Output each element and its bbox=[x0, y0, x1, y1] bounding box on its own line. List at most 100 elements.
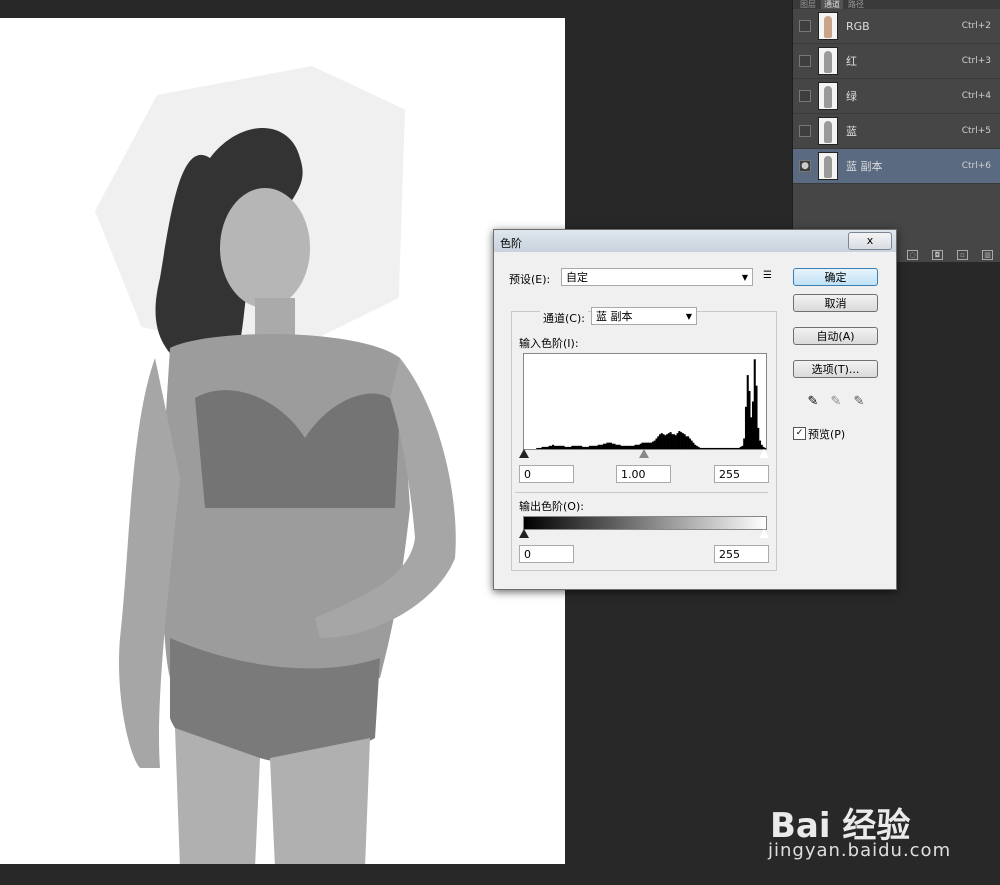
input-black-field[interactable]: 0 bbox=[519, 465, 574, 483]
channel-thumbnail bbox=[818, 12, 838, 40]
histogram-bar bbox=[552, 444, 555, 449]
tab-layers[interactable]: 图层 bbox=[797, 0, 819, 9]
channel-value: 蓝 副本 bbox=[596, 310, 633, 323]
histogram-plot bbox=[536, 359, 766, 449]
preset-select[interactable]: 自定 ▼ bbox=[561, 268, 753, 286]
close-button[interactable]: x bbox=[848, 232, 892, 250]
histogram-bar bbox=[716, 447, 719, 449]
dialog-title: 色阶 bbox=[500, 237, 522, 250]
histogram-bar bbox=[695, 445, 698, 449]
channel-name: 蓝 bbox=[846, 125, 857, 138]
histogram-bar bbox=[750, 417, 753, 449]
histogram-bar bbox=[602, 443, 605, 449]
visibility-toggle[interactable] bbox=[799, 125, 811, 137]
output-white-field[interactable]: 255 bbox=[714, 545, 769, 563]
new-channel-icon[interactable]: ▫ bbox=[957, 250, 968, 260]
output-levels-label: 输出色阶(O): bbox=[519, 500, 584, 513]
load-selection-icon[interactable]: ◌ bbox=[907, 250, 918, 260]
histogram-bar bbox=[576, 445, 579, 449]
histogram-bar bbox=[744, 406, 748, 449]
histogram-bar bbox=[597, 444, 600, 449]
auto-button[interactable]: 自动(A) bbox=[793, 327, 878, 345]
channel-shortcut: Ctrl+3 bbox=[961, 56, 991, 66]
visibility-toggle[interactable] bbox=[799, 90, 811, 102]
histogram-bar bbox=[550, 445, 553, 449]
histogram-bar bbox=[585, 446, 588, 449]
histogram-bar bbox=[555, 445, 558, 449]
histogram-bar bbox=[573, 445, 576, 449]
visibility-toggle[interactable] bbox=[799, 20, 811, 32]
channel-row-rgb[interactable]: RGB Ctrl+2 bbox=[793, 9, 1000, 44]
visibility-toggle[interactable] bbox=[799, 55, 811, 67]
channel-row-blue-copy[interactable]: ● 蓝 副本 Ctrl+6 bbox=[793, 149, 1000, 184]
histogram-bar bbox=[674, 435, 677, 449]
histogram-bar bbox=[611, 443, 614, 449]
output-black-slider[interactable] bbox=[519, 529, 529, 538]
channel-thumbnail bbox=[818, 47, 838, 75]
input-black-slider[interactable] bbox=[519, 449, 529, 458]
channel-shortcut: Ctrl+5 bbox=[961, 126, 991, 136]
histogram-bar bbox=[539, 447, 542, 449]
white-eyedropper-icon[interactable]: ✎ bbox=[852, 394, 866, 410]
histogram-bar bbox=[667, 433, 670, 449]
black-eyedropper-icon[interactable]: ✎ bbox=[806, 394, 820, 410]
histogram-bar bbox=[690, 440, 693, 449]
histogram-bar bbox=[702, 447, 705, 449]
histogram-bar bbox=[578, 445, 581, 449]
channels-panel: 图层 通道 路径 RGB Ctrl+2 红 Ctrl+3 绿 Ctrl+4 蓝 … bbox=[792, 0, 1000, 262]
document-canvas[interactable] bbox=[0, 18, 565, 864]
ok-button[interactable]: 确定 bbox=[793, 268, 878, 286]
preset-menu-icon[interactable]: ☰ bbox=[763, 270, 772, 281]
histogram-bar bbox=[701, 447, 704, 449]
divider bbox=[515, 492, 768, 493]
output-white-slider[interactable] bbox=[759, 529, 769, 538]
channel-select[interactable]: 蓝 副本 ▼ bbox=[591, 307, 697, 325]
histogram-bar bbox=[634, 444, 637, 449]
tab-channels[interactable]: 通道 bbox=[821, 0, 843, 9]
histogram-bar bbox=[743, 438, 746, 449]
histogram-bar bbox=[711, 447, 714, 449]
histogram-bar bbox=[595, 445, 598, 449]
channel-thumbnail bbox=[818, 152, 838, 180]
tab-paths[interactable]: 路径 bbox=[845, 0, 867, 9]
eye-icon[interactable]: ● bbox=[799, 160, 811, 172]
input-gamma-field[interactable]: 1.00 bbox=[616, 465, 671, 483]
save-selection-icon[interactable]: ◘ bbox=[932, 250, 943, 260]
histogram-bar bbox=[609, 442, 612, 449]
histogram-bar bbox=[666, 434, 669, 449]
histogram-bar bbox=[583, 446, 586, 449]
preview-checkbox[interactable]: ✓ bbox=[793, 427, 806, 440]
options-button[interactable]: 选项(T)... bbox=[793, 360, 878, 378]
histogram-bar bbox=[660, 433, 663, 449]
channel-thumbnail bbox=[818, 117, 838, 145]
histogram-bar bbox=[681, 433, 684, 449]
input-levels-label: 输入色阶(I): bbox=[519, 337, 579, 350]
input-white-field[interactable]: 255 bbox=[714, 465, 769, 483]
output-gradient bbox=[523, 516, 767, 530]
histogram-bar bbox=[588, 445, 591, 449]
cancel-button[interactable]: 取消 bbox=[793, 294, 878, 312]
histogram-bar bbox=[699, 447, 702, 449]
input-white-slider[interactable] bbox=[759, 449, 769, 458]
channel-name: RGB bbox=[846, 19, 870, 33]
histogram-bar bbox=[606, 442, 609, 449]
histogram-bar bbox=[536, 447, 539, 449]
histogram-bar bbox=[571, 445, 574, 449]
histogram-bar bbox=[557, 445, 560, 449]
dialog-titlebar[interactable]: 色阶 x bbox=[494, 230, 896, 252]
histogram-bar bbox=[720, 447, 723, 449]
channel-row-red[interactable]: 红 Ctrl+3 bbox=[793, 44, 1000, 79]
histogram-bar bbox=[697, 446, 700, 449]
histogram-bar bbox=[567, 446, 570, 449]
gray-eyedropper-icon[interactable]: ✎ bbox=[829, 394, 843, 410]
input-gamma-slider[interactable] bbox=[639, 449, 649, 458]
histogram-bar bbox=[753, 359, 756, 449]
histogram-bar bbox=[548, 445, 551, 449]
channel-row-blue[interactable]: 蓝 Ctrl+5 bbox=[793, 114, 1000, 149]
channel-row-green[interactable]: 绿 Ctrl+4 bbox=[793, 79, 1000, 114]
histogram-bar bbox=[688, 438, 691, 449]
histogram-bar bbox=[729, 447, 732, 449]
histogram-bar bbox=[613, 443, 616, 449]
output-black-field[interactable]: 0 bbox=[519, 545, 574, 563]
trash-icon[interactable]: ▥ bbox=[982, 250, 993, 260]
